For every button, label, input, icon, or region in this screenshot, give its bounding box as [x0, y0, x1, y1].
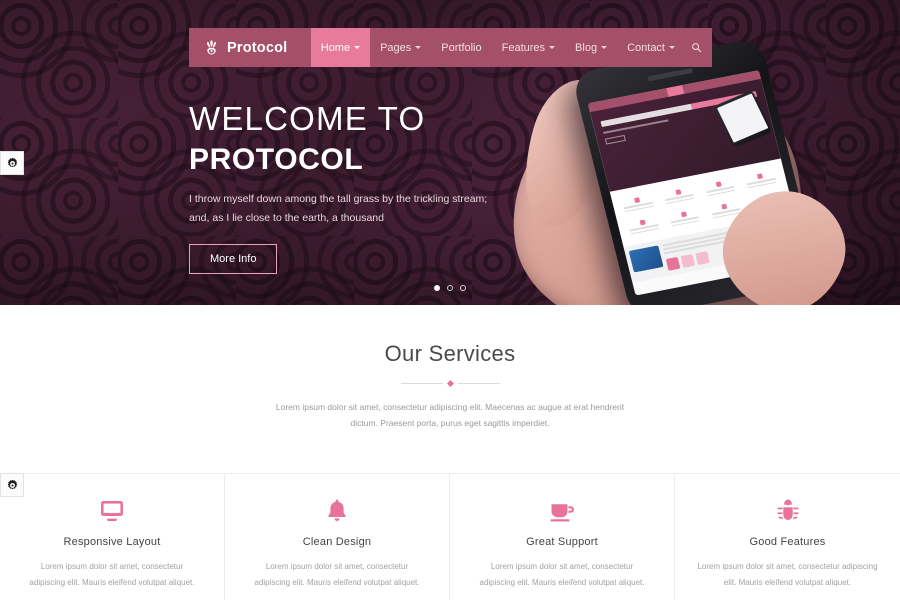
- nav-menu: Home Pages Portfolio Features Blog Conta…: [310, 28, 712, 67]
- service-card-text: Lorem ipsum dolor sit amet, consectetur …: [29, 562, 195, 588]
- nav-item-features[interactable]: Features: [492, 28, 565, 67]
- hero-headline-brand: PROTOCOL: [189, 142, 364, 176]
- nav-item-pages[interactable]: Pages: [370, 28, 431, 67]
- nav-item-portfolio[interactable]: Portfolio: [431, 28, 491, 67]
- service-card-clean-design[interactable]: Clean Design Lorem ipsum dolor sit amet,…: [225, 474, 450, 600]
- chevron-down-icon: [354, 46, 361, 49]
- nav-item-label: Portfolio: [441, 41, 482, 54]
- gear-icon: [6, 479, 19, 492]
- carousel-dot-3[interactable]: [460, 285, 466, 291]
- service-card-responsive-layout[interactable]: Responsive Layout Lorem ipsum dolor sit …: [0, 474, 225, 600]
- chevron-down-icon: [415, 46, 422, 49]
- nav-item-label: Blog: [575, 41, 598, 54]
- carousel-dot-1[interactable]: [434, 285, 440, 291]
- phone-screen-inner-screen: [716, 93, 769, 143]
- phone-screen-nav-active: [666, 85, 685, 97]
- service-card-great-support[interactable]: Great Support Lorem ipsum dolor sit amet…: [450, 474, 675, 600]
- hero-description: I throw myself down among the tall grass…: [189, 193, 488, 224]
- search-icon[interactable]: [685, 28, 712, 67]
- carousel-dot-2[interactable]: [447, 285, 453, 291]
- service-card-text: Lorem ipsum dolor sit amet, consectetur …: [697, 562, 878, 588]
- page-title: Our Services: [384, 341, 516, 366]
- phone-screen-tablet-image: [628, 245, 664, 273]
- service-card-title: Good Features: [749, 536, 826, 549]
- bug-icon: [697, 496, 878, 522]
- settings-widget-bottom[interactable]: [0, 473, 24, 497]
- phone-speaker: [647, 67, 694, 82]
- nav-item-blog[interactable]: Blog: [565, 28, 617, 67]
- nav-item-label: Contact: [627, 41, 665, 54]
- service-card-good-features[interactable]: Good Features Lorem ipsum dolor sit amet…: [675, 474, 900, 600]
- service-card-title: Clean Design: [302, 536, 372, 549]
- more-info-button[interactable]: More Info: [189, 244, 278, 275]
- services-description: Lorem ipsum dolor sit amet, consectetur …: [275, 402, 625, 428]
- brand-logo[interactable]: Protocol: [189, 39, 311, 56]
- nav-item-contact[interactable]: Contact: [617, 28, 685, 67]
- title-divider: [0, 379, 900, 388]
- hero-section: Protocol Home Pages Portfolio Features B…: [0, 0, 900, 305]
- monitor-icon: [22, 496, 202, 522]
- divider-line-right: [457, 383, 500, 384]
- hero-text-block: WELCOME TO PROTOCOL I throw myself down …: [189, 100, 549, 275]
- bell-icon: [247, 496, 427, 522]
- services-card-grid: Responsive Layout Lorem ipsum dolor sit …: [0, 473, 900, 600]
- shell-logo-icon: [203, 39, 220, 56]
- nav-item-label: Home: [320, 41, 351, 54]
- service-card-text: Lorem ipsum dolor sit amet, consectetur …: [254, 562, 420, 588]
- divider-line-left: [400, 383, 443, 384]
- gear-icon: [6, 157, 19, 170]
- brand-name: Protocol: [227, 39, 288, 56]
- chevron-down-icon: [669, 46, 675, 49]
- coffee-cup-icon: [472, 496, 652, 522]
- divider-diamond-icon: [446, 379, 454, 388]
- nav-item-label: Features: [501, 41, 546, 54]
- settings-widget-top[interactable]: [0, 151, 24, 175]
- main-navbar: Protocol Home Pages Portfolio Features B…: [189, 28, 712, 67]
- service-card-title: Responsive Layout: [63, 536, 161, 549]
- hero-headline-top: WELCOME TO: [189, 100, 426, 137]
- services-section: Our Services Lorem ipsum dolor sit amet,…: [0, 305, 900, 600]
- hero-phone-photo: [496, 37, 862, 305]
- carousel-dots: [0, 285, 900, 291]
- service-card-title: Great Support: [526, 536, 598, 549]
- service-card-text: Lorem ipsum dolor sit amet, consectetur …: [479, 562, 645, 588]
- nav-item-home[interactable]: Home: [310, 28, 371, 67]
- chevron-down-icon: [601, 46, 608, 49]
- chevron-down-icon: [549, 46, 556, 49]
- nav-item-label: Pages: [380, 41, 412, 54]
- phone-screen-button: [604, 134, 626, 145]
